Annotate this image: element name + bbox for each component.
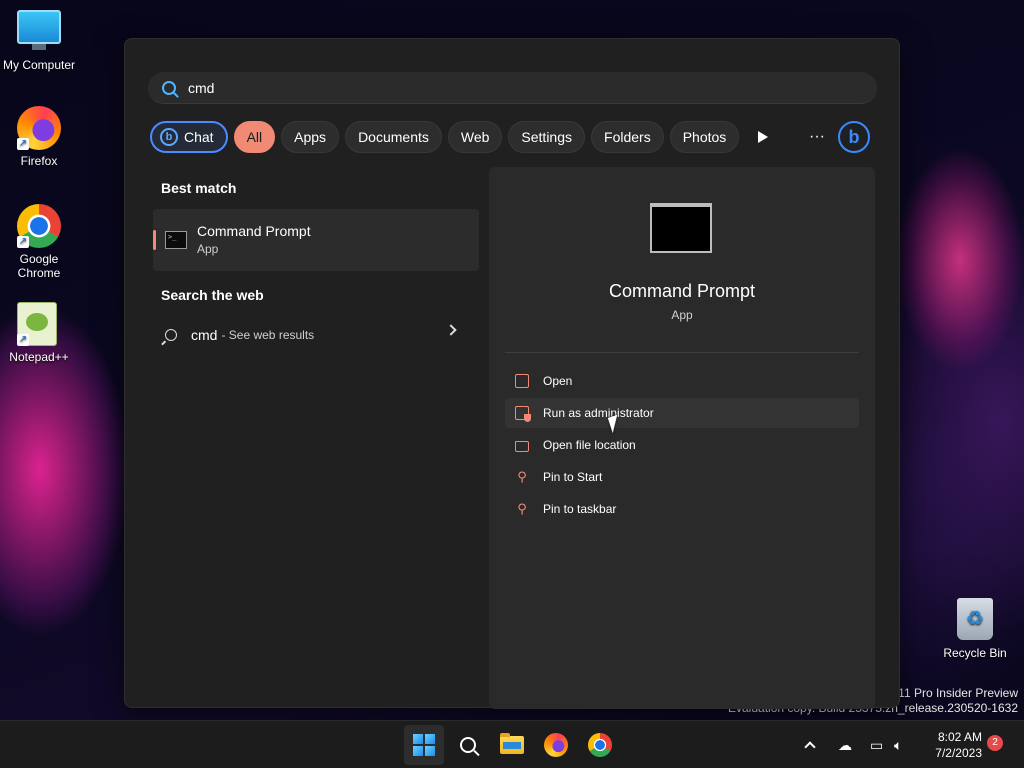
filter-apps[interactable]: Apps <box>281 121 340 153</box>
folder-icon <box>515 440 529 452</box>
taskbar-firefox[interactable] <box>536 725 576 765</box>
desktop-icon-label: Google Chrome <box>17 252 61 280</box>
filter-label: Photos <box>682 129 727 145</box>
network-icon: ▭ <box>870 736 884 753</box>
command-prompt-icon <box>650 203 712 253</box>
recycle-bin-icon <box>953 598 997 642</box>
filter-label: Web <box>460 129 490 145</box>
action-label: Run as administrator <box>543 406 654 420</box>
action-label: Pin to Start <box>543 470 603 484</box>
taskbar-chrome[interactable] <box>580 725 620 765</box>
command-prompt-icon <box>165 231 187 249</box>
filter-settings[interactable]: Settings <box>508 121 586 153</box>
action-open-file-location[interactable]: Open file location <box>505 430 859 460</box>
pin-icon: ⚲ <box>517 501 527 516</box>
clock-time: 8:02 AM <box>937 730 982 744</box>
filter-label: Folders <box>604 129 651 145</box>
filter-photos[interactable]: Photos <box>669 121 740 153</box>
firefox-icon <box>544 733 568 757</box>
bing-chat-button[interactable]: b <box>838 121 870 153</box>
desktop-icon-label: My Computer <box>2 58 76 72</box>
web-search-result[interactable]: cmd - See web results <box>165 323 465 347</box>
web-hint: - See web results <box>221 328 315 342</box>
filter-label: All <box>246 129 263 145</box>
desktop-icon-notepadpp[interactable]: ↗ Notepad++ <box>0 302 78 364</box>
result-type: App <box>197 242 219 256</box>
desktop-icon-my-computer[interactable]: My Computer <box>0 10 78 72</box>
action-label: Open file location <box>543 438 636 452</box>
detail-type: App <box>671 308 693 322</box>
filter-documents[interactable]: Documents <box>345 121 442 153</box>
bing-icon: b <box>160 128 178 146</box>
filter-label: Documents <box>358 129 429 145</box>
result-name: Command Prompt <box>197 223 311 239</box>
search-input[interactable]: cmd <box>148 72 877 104</box>
action-label: Open <box>543 374 573 388</box>
filter-bar: b Chat All Apps Documents Web Settings F… <box>150 121 740 153</box>
scroll-filters-button[interactable] <box>753 127 773 147</box>
pin-icon: ⚲ <box>517 469 527 484</box>
monitor-icon <box>17 10 61 54</box>
notification-badge[interactable]: 2 <box>987 735 1003 751</box>
search-query: cmd <box>188 79 215 96</box>
web-query: cmd <box>191 327 218 343</box>
chevron-up-icon <box>804 741 816 753</box>
desktop-icon-firefox[interactable]: ↗ Firefox <box>0 106 78 168</box>
desktop-icon-chrome[interactable]: ↗ Google Chrome <box>0 204 78 280</box>
filter-label: Settings <box>521 129 573 145</box>
chrome-icon <box>588 733 612 757</box>
windows-logo-icon <box>413 734 435 756</box>
search-icon <box>460 737 476 753</box>
chevron-right-icon <box>445 324 457 336</box>
action-run-as-administrator[interactable]: Run as administrator <box>505 398 859 428</box>
play-icon <box>758 131 768 143</box>
chrome-icon: ↗ <box>17 204 61 248</box>
taskbar-file-explorer[interactable] <box>492 725 532 765</box>
result-detail-pane: Command Prompt App Open Run as administr… <box>489 167 875 709</box>
firefox-icon: ↗ <box>17 106 61 150</box>
desktop-icon-recycle-bin[interactable]: Recycle Bin <box>936 598 1014 660</box>
clock-date: 7/2/2023 <box>935 746 982 760</box>
desktop-icon-label: Firefox <box>20 154 58 168</box>
search-web-heading: Search the web <box>161 287 264 303</box>
tray-volume[interactable]: 🔈︎ <box>894 721 902 768</box>
best-match-heading: Best match <box>161 180 237 196</box>
taskbar: ☁ ▭ 🔈︎ 8:02 AM 7/2/2023 <box>0 720 1024 768</box>
best-match-result[interactable]: Command Prompt App <box>153 209 479 271</box>
action-label: Pin to taskbar <box>543 502 617 516</box>
notepadpp-icon: ↗ <box>17 302 61 346</box>
tray-network-off[interactable]: ☁ <box>838 721 852 768</box>
detail-title: Command Prompt <box>608 281 756 301</box>
filter-label: Apps <box>294 129 327 145</box>
tray-network[interactable]: ▭ <box>870 721 883 768</box>
more-options-button[interactable]: ··· <box>805 125 829 149</box>
tray-overflow-button[interactable] <box>804 721 816 768</box>
start-button[interactable] <box>404 725 444 765</box>
action-pin-to-start[interactable]: ⚲ Pin to Start <box>505 462 859 492</box>
search-icon <box>165 329 177 341</box>
shield-icon <box>515 406 531 422</box>
cloud-offline-icon: ☁ <box>838 736 852 753</box>
speaker-icon: 🔈︎ <box>894 736 903 753</box>
filter-folders[interactable]: Folders <box>591 121 664 153</box>
search-panel: cmd b Chat All Apps Documents Web Settin… <box>124 38 900 709</box>
filter-chat[interactable]: b Chat <box>150 121 228 153</box>
action-pin-to-taskbar[interactable]: ⚲ Pin to taskbar <box>505 494 859 524</box>
selection-indicator <box>153 230 156 250</box>
taskbar-search-button[interactable] <box>448 725 488 765</box>
action-open[interactable]: Open <box>505 366 859 396</box>
divider <box>505 352 859 353</box>
filter-label: Chat <box>184 129 214 145</box>
desktop-icon-label: Recycle Bin <box>943 646 1007 660</box>
folder-icon <box>500 733 524 754</box>
clock[interactable]: 8:02 AM 7/2/2023 <box>922 729 982 761</box>
filter-all[interactable]: All <box>233 121 276 153</box>
filter-web[interactable]: Web <box>447 121 503 153</box>
search-icon <box>162 80 176 95</box>
open-external-icon <box>515 374 529 388</box>
desktop-icon-label: Notepad++ <box>9 350 69 364</box>
